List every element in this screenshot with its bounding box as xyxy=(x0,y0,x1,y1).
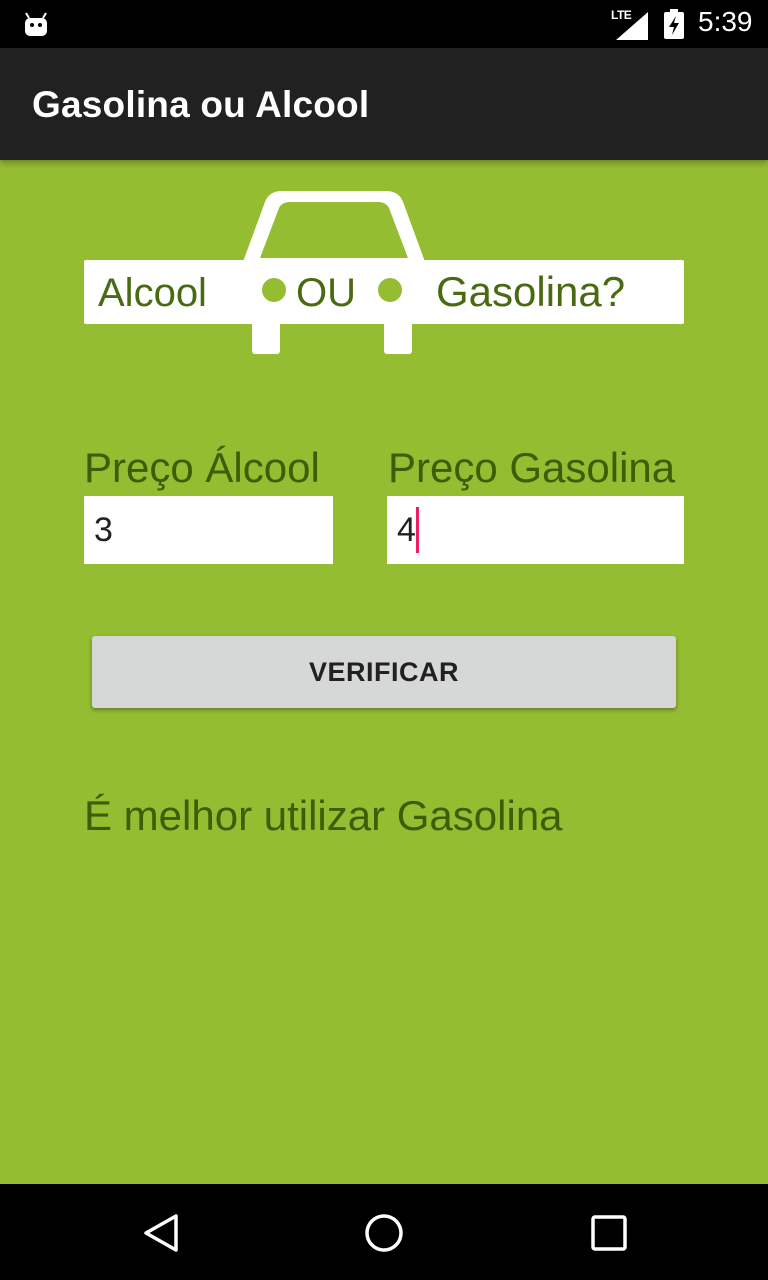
result-text: É melhor utilizar Gasolina xyxy=(84,792,563,839)
app-bar: Gasolina ou Alcool xyxy=(0,48,768,160)
logo-middle-word: OU xyxy=(296,271,356,315)
gasoline-price-input[interactable] xyxy=(387,496,684,564)
logo-left-word: Alcool xyxy=(98,271,207,315)
alcohol-price-label: Preço Álcool xyxy=(84,444,320,491)
gasoline-price-label: Preço Gasolina xyxy=(388,444,676,491)
logo-right-word: Gasolina? xyxy=(436,268,625,315)
lte-signal-icon xyxy=(616,12,648,40)
home-icon[interactable] xyxy=(363,1212,405,1254)
verify-button[interactable]: VERIFICAR xyxy=(92,636,676,708)
app-logo: Alcool OU Gasolina? xyxy=(84,191,684,354)
alcohol-price-input[interactable] xyxy=(84,496,333,564)
app-title: Gasolina ou Alcool xyxy=(32,84,370,125)
status-bar: LTE 5:39 xyxy=(0,0,768,48)
back-icon[interactable] xyxy=(140,1212,182,1254)
android-icon xyxy=(25,12,47,36)
text-cursor xyxy=(416,507,419,553)
battery-charging-icon xyxy=(664,9,684,39)
navigation-bar xyxy=(0,1184,768,1280)
clock: 5:39 xyxy=(698,6,753,37)
recents-icon[interactable] xyxy=(588,1212,630,1254)
